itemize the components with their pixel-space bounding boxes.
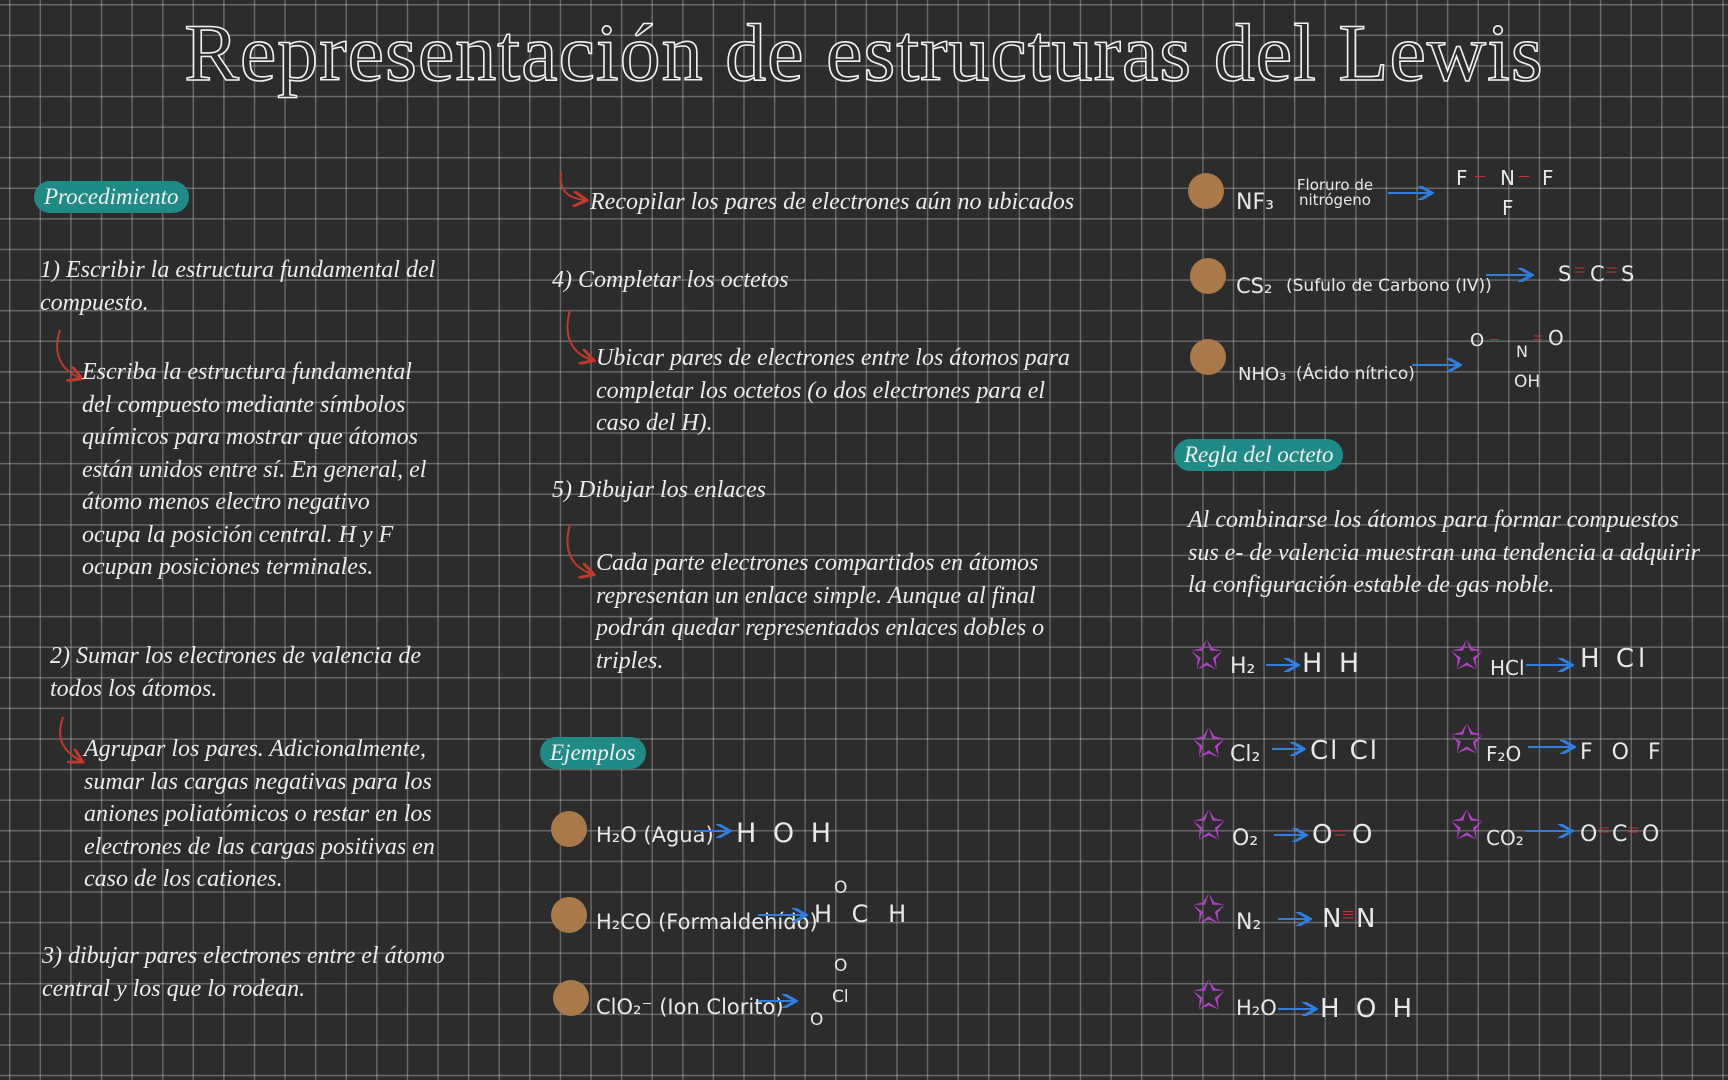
nho3-o-left: O (1470, 330, 1485, 351)
nho3-name: (Ácido nítrico) (1296, 364, 1415, 384)
regla-cl2: Cl₂ (1230, 742, 1261, 767)
bullet-dot (551, 811, 587, 847)
bullet-dot (1190, 258, 1226, 294)
example-h2o-result: H O H (736, 818, 836, 849)
regla-co2: CO₂ (1486, 826, 1524, 850)
nf3-n: N (1500, 166, 1515, 190)
page-title: Representación de estructuras del Lewis (183, 6, 1544, 99)
regla-hcl: HCl (1490, 656, 1525, 680)
step-5: 5) Dibujar los enlaces (552, 477, 766, 503)
regla-h2: H₂ (1230, 654, 1256, 679)
step-1: 1) Escribir la estructura fundamental de… (40, 257, 436, 316)
clo2-atom-center: Cl (832, 987, 849, 1007)
cs2-s-left: S (1558, 262, 1572, 286)
blue-arrow-icon (696, 824, 732, 838)
nho3-n: N (1516, 342, 1528, 361)
nf3-f-bottom: F (1502, 196, 1514, 220)
bullet-dot (1188, 173, 1224, 209)
procedimiento-label: Procedimiento (34, 181, 189, 213)
regla-f2o-result: F O F (1580, 740, 1667, 765)
ejemplos-label: Ejemplos (540, 737, 646, 769)
nf3-f-right: F (1542, 166, 1554, 190)
regla-co2-b: C (1612, 822, 1628, 847)
star-icon: ✩ (1450, 717, 1484, 762)
cs2-c: C (1590, 262, 1605, 286)
example-h2co-result: H C H (814, 900, 913, 928)
cs2-s-right: S (1621, 262, 1635, 286)
blue-arrow-icon (758, 994, 798, 1008)
nf3-name: Floruro de nitrógeno (1296, 176, 1374, 209)
blue-arrow-icon (1412, 358, 1462, 372)
blue-arrow-icon (1528, 740, 1576, 754)
bullet-dot (553, 980, 589, 1016)
star-icon: ✩ (1450, 803, 1484, 848)
regla-n2: N₂ (1236, 910, 1262, 935)
clo2-atom-top: O (834, 956, 848, 976)
bullet-dot (1190, 339, 1226, 375)
step-5-detail: Cada parte electrones compartidos en áto… (596, 550, 1045, 674)
star-icon: ✩ (1450, 633, 1484, 678)
cs2-name: (Sufulo de Carbono (IV)) (1286, 276, 1492, 296)
regla-o2-b: O (1352, 820, 1373, 850)
blue-arrow-icon (1526, 658, 1574, 672)
blue-arrow-icon (1526, 824, 1574, 838)
regla-h2o: H₂O (1236, 996, 1277, 1020)
bullet-dot (551, 897, 587, 933)
step-1-detail: Escriba la estructura fundamental del co… (82, 359, 427, 580)
star-icon: ✩ (1192, 721, 1226, 766)
regla-n2-a: N (1322, 904, 1342, 934)
regla-cl2-result: Cl Cl (1310, 736, 1380, 766)
step-4-detail: Ubicar pares de electrones entre los áto… (596, 345, 1070, 436)
blue-arrow-icon (1486, 268, 1534, 282)
example-h2co-top: O (834, 878, 848, 898)
nf3-f-left: F (1456, 166, 1468, 190)
blue-arrow-icon (1272, 742, 1306, 756)
nho3-oh: OH (1514, 372, 1541, 392)
nf3-formula: NF₃ (1236, 190, 1274, 215)
step-4: 4) Completar los octetos (552, 267, 789, 293)
star-icon: ✩ (1192, 803, 1226, 848)
blue-arrow-icon (1278, 912, 1312, 926)
red-arrow-icon (566, 309, 598, 368)
regla-o2: O₂ (1232, 826, 1259, 851)
blue-arrow-icon (1388, 186, 1434, 200)
clo2-atom-left: O (810, 1010, 824, 1030)
step-3-detail: Recopilar los pares de electrones aún no… (590, 189, 1075, 215)
red-arrow-icon (559, 171, 591, 210)
blue-arrow-icon (1274, 828, 1308, 842)
blue-arrow-icon (1266, 658, 1300, 672)
cs2-formula: CS₂ (1236, 274, 1273, 298)
blue-arrow-icon (758, 908, 808, 922)
regla-hcl-result: H Cl (1580, 644, 1650, 674)
red-arrow-icon (566, 523, 598, 582)
star-icon: ✩ (1192, 973, 1226, 1018)
step-3: 3) dibujar pares electrones entre el áto… (42, 943, 445, 1002)
regla-n2-b: N (1356, 904, 1376, 934)
regla-label: Regla del octeto (1174, 439, 1344, 471)
example-clo2: ClO₂⁻ (Ion Clorito) (596, 995, 784, 1019)
star-icon: ✩ (1192, 887, 1226, 932)
star-icon: ✩ (1190, 633, 1224, 678)
nho3-o-right: O (1548, 326, 1564, 350)
regla-h2o-result: H O H (1320, 994, 1417, 1024)
regla-text: Al combinarse los átomos para formar com… (1188, 507, 1700, 598)
regla-co2-a: O (1580, 822, 1598, 847)
regla-co2-c: O (1642, 822, 1660, 847)
blue-arrow-icon (1278, 1002, 1318, 1016)
nho3-formula: NHO₃ (1238, 364, 1287, 385)
step-2-detail: Agrupar los pares. Adicionalmente, sumar… (84, 736, 435, 892)
step-2: 2) Sumar los electrones de valencia de t… (50, 643, 422, 702)
regla-o2-a: O (1312, 820, 1333, 850)
regla-h2-result: H H (1302, 648, 1364, 679)
regla-f2o: F₂O (1486, 742, 1522, 766)
